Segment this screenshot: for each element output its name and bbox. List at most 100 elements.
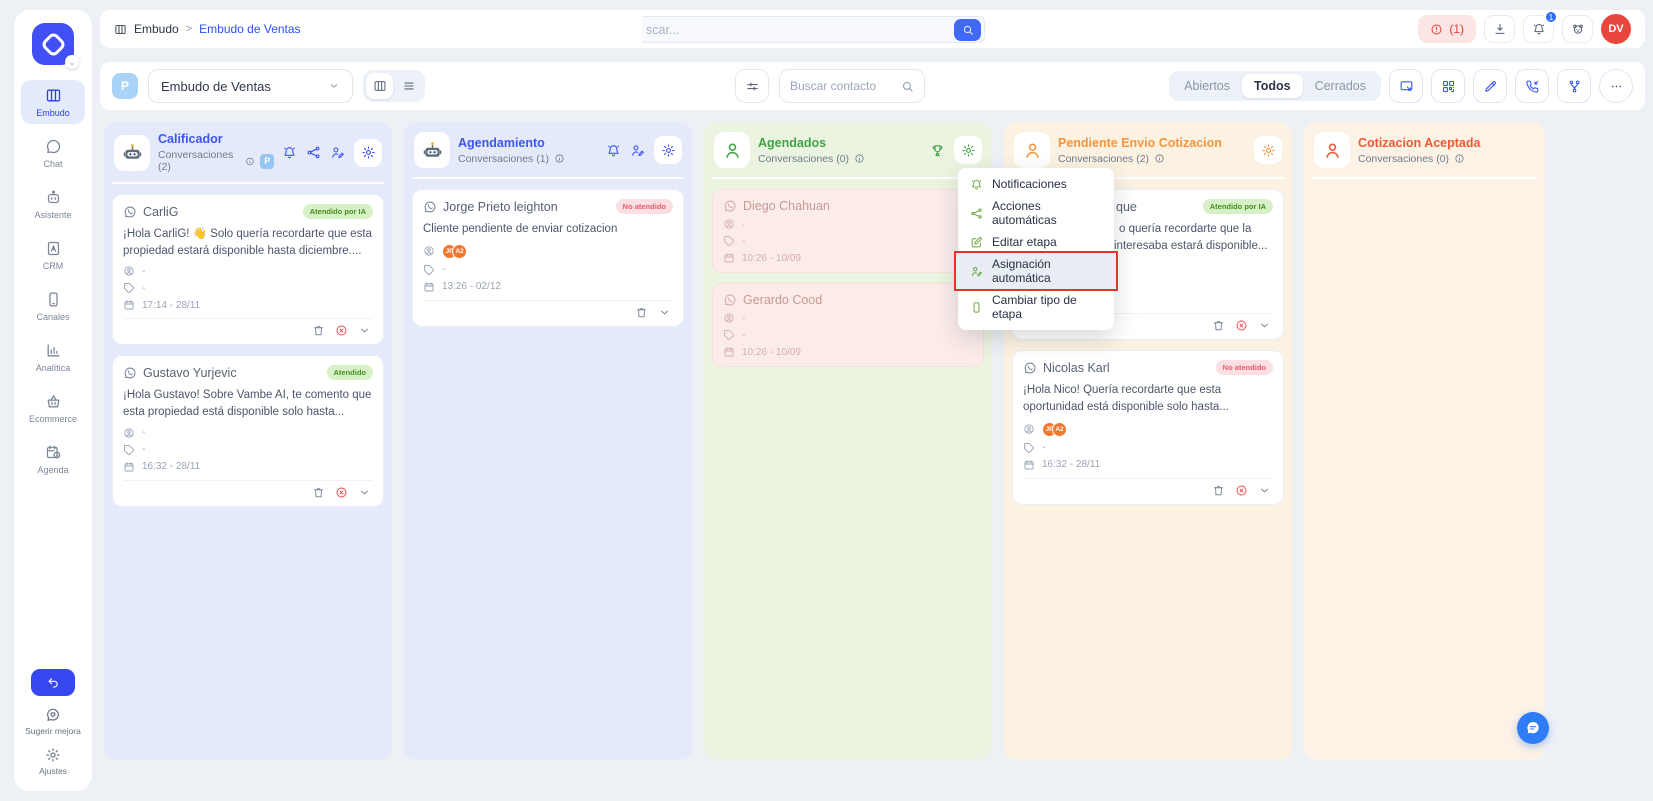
chevron-down-icon[interactable] [1258,484,1271,497]
conversation-card[interactable]: Gerardo Cood--10:26 - 10/09 [712,283,984,367]
person-circle-icon [1023,423,1035,435]
more-options-button[interactable] [1599,69,1633,103]
mascot-button[interactable] [1562,15,1593,43]
global-search-button[interactable] [954,19,981,41]
filters-button[interactable] [735,69,769,103]
gear-icon [1261,143,1276,158]
chart-icon [45,342,62,359]
card-contact-name: Gerardo Cood [743,293,973,307]
conversation-card[interactable]: Jorge Prieto leightonNo atendidoCliente … [412,189,684,327]
chevron-down-icon[interactable] [358,324,371,337]
sidebar-item-agenda[interactable]: Agenda [21,437,85,481]
trophy-icon[interactable] [930,143,945,158]
tag-value: - [742,236,745,247]
tag-value: - [1042,442,1045,453]
card-datetime-row: 13:26 - 02/12 [423,281,673,293]
conversation-card[interactable]: CarliGAtendido por IA¡Hola CarliG! 👋 Sol… [112,194,384,345]
notifications-button[interactable]: 1 [1523,15,1554,43]
filter-todos[interactable]: Todos [1242,74,1303,98]
edit-button[interactable] [1473,69,1507,103]
contact-search[interactable] [779,69,925,103]
card-tags-row: - [123,282,373,294]
gear-icon [45,747,61,763]
settings-item[interactable]: Ajustes [23,747,83,777]
menu-item-editsq[interactable]: Editar etapa [958,231,1114,253]
datetime-value: 16:32 - 28/11 [1042,459,1100,470]
breadcrumb-root[interactable]: Embudo [134,22,179,36]
suggest-improvement-item[interactable]: Sugerir mejora [23,707,83,737]
sidebar-item-label: Agenda [37,465,68,475]
close-circle-icon[interactable] [1235,484,1248,497]
conversation-card[interactable]: Diego Chahuan--10:26 - 10/09 [712,189,984,273]
assign-icon[interactable] [330,145,345,160]
bell-icon[interactable] [282,145,297,160]
screen-share-icon [1399,79,1414,94]
collapse-sidebar-button[interactable] [31,669,75,696]
menu-item-assign[interactable]: Asignación automática [956,253,1116,289]
app-logo[interactable]: ⌄ [32,23,74,65]
alerts-pill[interactable]: (1) [1418,15,1476,43]
close-circle-icon[interactable] [335,324,348,337]
card-tags-row: - [123,444,373,456]
kanban-icon [45,87,62,104]
stage-settings-button[interactable] [354,139,382,167]
download-button[interactable] [1484,15,1515,43]
connections-button[interactable] [1557,69,1591,103]
chat-fab[interactable] [1517,712,1549,744]
chevron-down-icon[interactable] [358,486,371,499]
qr-button[interactable] [1431,69,1465,103]
sidebar-item-label: CRM [43,261,64,271]
sidebar-item-ecommerce[interactable]: Ecommerce [21,386,85,430]
stage-actions [606,136,682,164]
menu-item-bell[interactable]: Notificaciones [958,173,1114,195]
incoming-call-button[interactable] [1515,69,1549,103]
stage-settings-button[interactable] [954,136,982,164]
stage-settings-button[interactable] [1254,136,1282,164]
sidebar-item-analitica[interactable]: Analítica [21,335,85,379]
chevron-down-icon[interactable] [1258,319,1271,332]
sidebar-item-crm[interactable]: CRM [21,233,85,277]
contact-search-input[interactable] [790,79,901,93]
stage-subtitle: Conversaciones (0) [1358,153,1527,165]
trash-icon[interactable] [1212,319,1225,332]
user-avatar[interactable]: DV [1601,14,1631,44]
suggest-label: Sugerir mejora [25,726,81,737]
sidebar-item-chat[interactable]: Chat [21,131,85,175]
trash-icon[interactable] [1212,484,1225,497]
stage-actions [1254,136,1282,164]
trash-icon[interactable] [312,486,325,499]
list-view-button[interactable] [395,73,422,99]
funnel-select[interactable]: Embudo de Ventas [148,69,353,103]
chevron-down-icon[interactable] [658,306,671,319]
menu-item-label: Notificaciones [992,177,1067,191]
device-icon [45,291,62,308]
whatsapp-icon [723,293,737,307]
card-datetime-row: 17:14 - 28/11 [123,299,373,311]
sidebar-item-embudo[interactable]: Embudo [21,80,85,124]
trash-icon[interactable] [312,324,325,337]
conversation-card[interactable]: Nicolas KarlNo atendido¡Hola Nico! Querí… [1012,350,1284,504]
menu-item-automation[interactable]: Acciones automáticas [958,195,1114,231]
filter-abiertos[interactable]: Abiertos [1172,74,1242,98]
share-screen-button[interactable] [1389,69,1423,103]
stage-settings-button[interactable] [654,136,682,164]
automation-icon[interactable] [306,145,321,160]
search-icon [962,24,974,36]
bell-icon[interactable] [606,143,621,158]
info-icon [245,156,255,167]
top-bar: Embudo > Embudo de Ventas scar... (1) 1 … [100,10,1645,48]
close-circle-icon[interactable] [1235,319,1248,332]
filter-cerrados[interactable]: Cerrados [1303,74,1378,98]
kanban-icon [114,23,127,36]
sidebar-item-asistente[interactable]: Asistente [21,182,85,226]
menu-item-stage[interactable]: Cambiar tipo de etapa [958,289,1114,325]
sidebar-item-canales[interactable]: Canales [21,284,85,328]
conversation-card[interactable]: Gustavo YurjevicAtendido¡Hola Gustavo! S… [112,355,384,506]
close-circle-icon[interactable] [335,486,348,499]
board-view-button[interactable] [366,73,393,99]
breadcrumb-current[interactable]: Embudo de Ventas [199,22,300,36]
assign-icon[interactable] [630,143,645,158]
alert-count: (1) [1449,22,1464,36]
trash-icon[interactable] [635,306,648,319]
stage-subtitle: Conversaciones (1) [458,153,598,165]
